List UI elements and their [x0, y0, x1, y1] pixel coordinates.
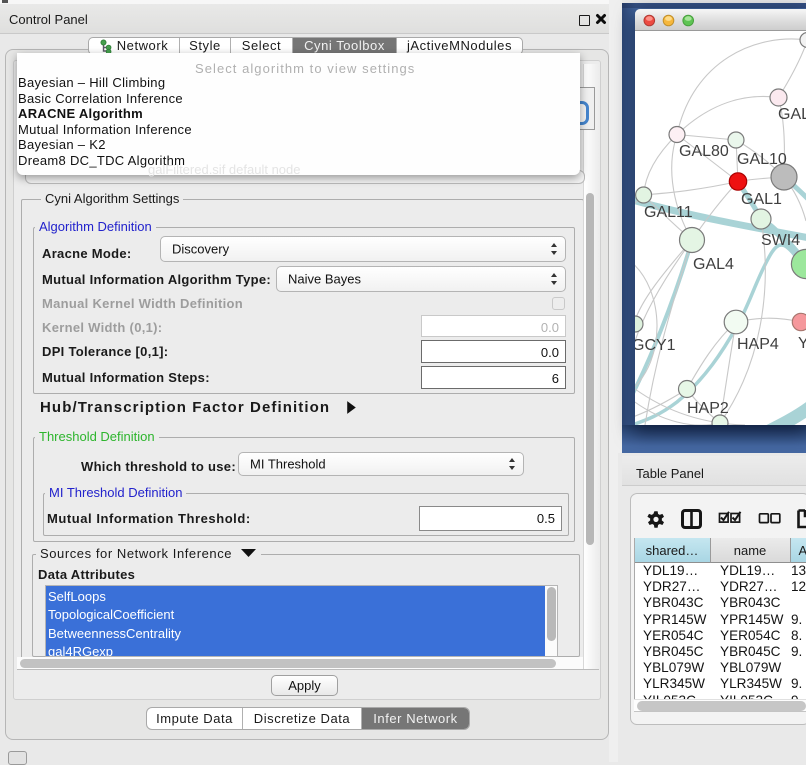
svg-text:GAL1: GAL1 [741, 191, 782, 208]
svg-text:GAL10: GAL10 [737, 151, 787, 168]
svg-text:HAP4: HAP4 [737, 336, 779, 353]
svg-text:GAL80: GAL80 [679, 143, 729, 160]
svg-text:GAL11: GAL11 [644, 204, 693, 221]
svg-text:SWI4: SWI4 [761, 232, 800, 249]
svg-text:GAL3: GAL3 [778, 106, 806, 123]
svg-text:GAL4: GAL4 [693, 256, 734, 273]
svg-text:HAP2: HAP2 [687, 400, 729, 417]
svg-text:Y: Y [798, 335, 806, 352]
svg-text:GCY1: GCY1 [635, 337, 676, 354]
